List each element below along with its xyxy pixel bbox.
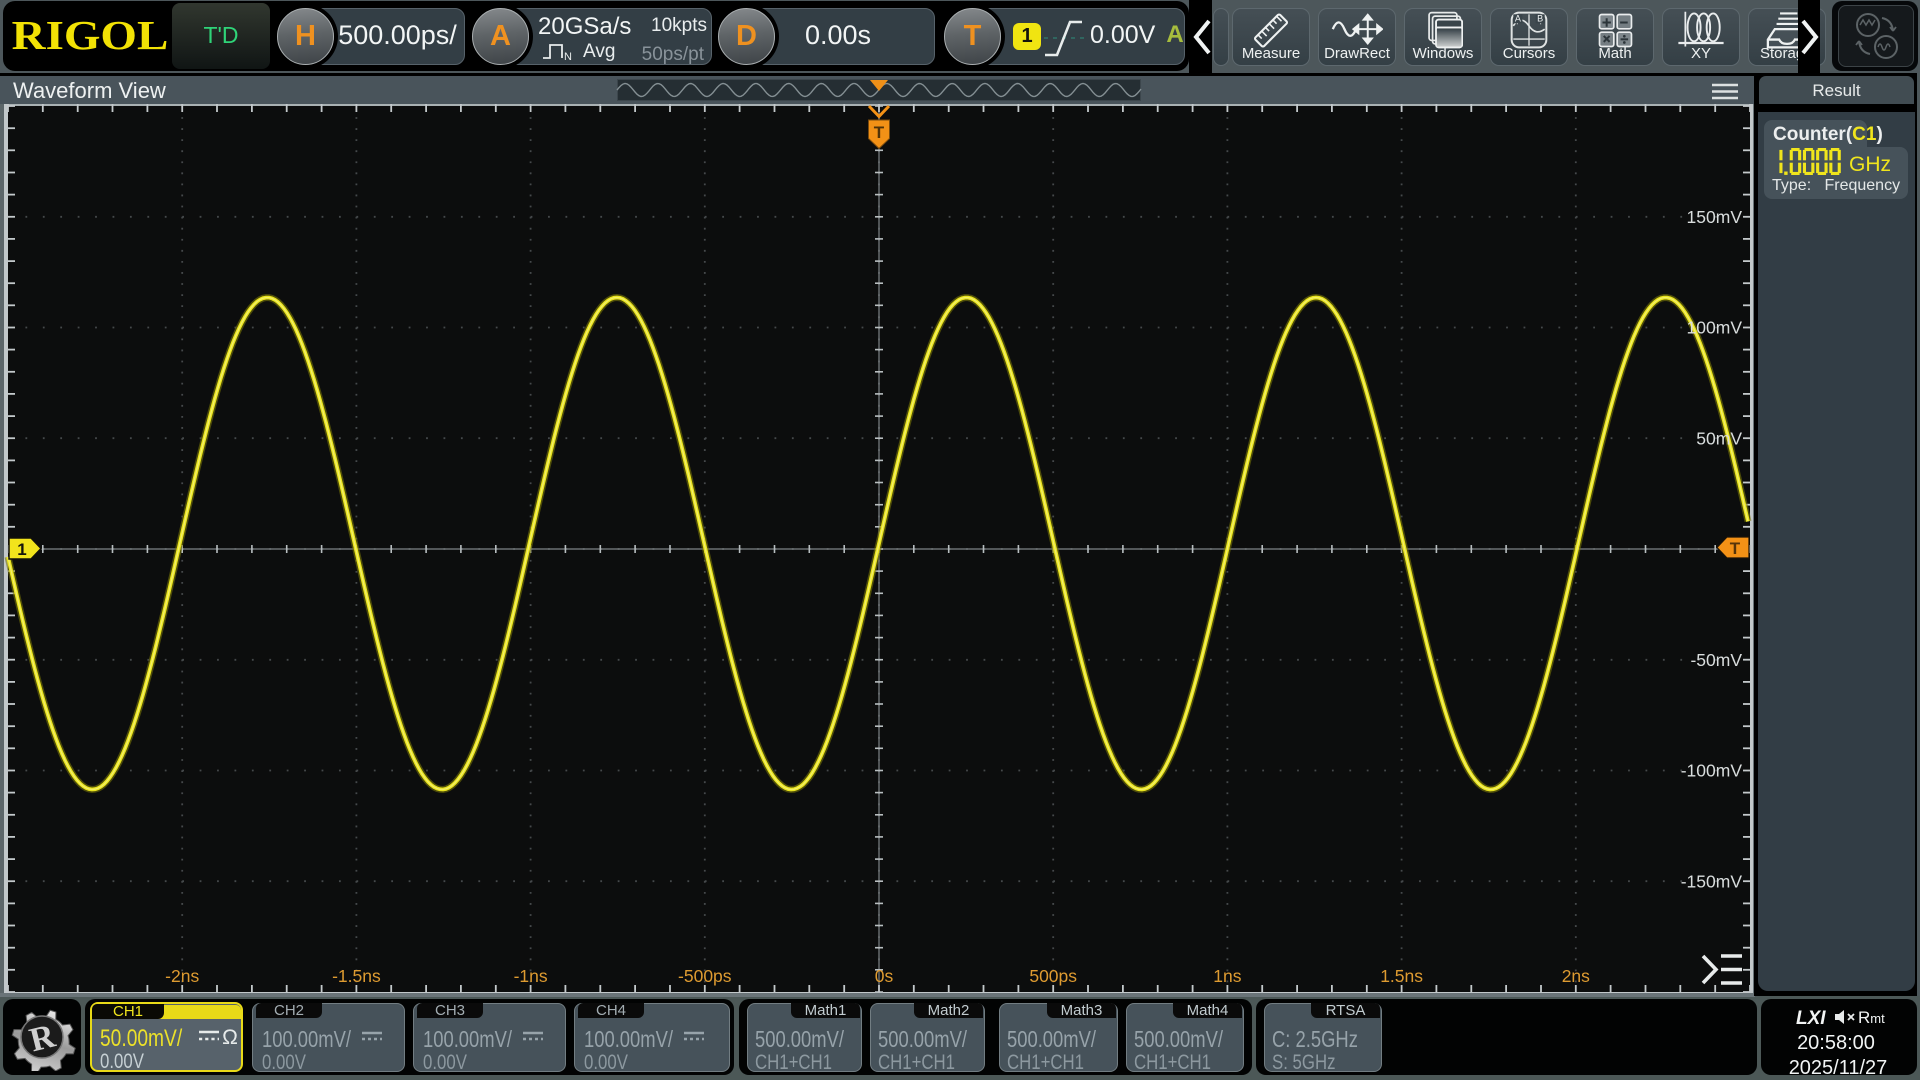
svg-text:-150mV: -150mV <box>1681 871 1743 891</box>
svg-text:150mV: 150mV <box>1687 207 1743 227</box>
svg-text:0s: 0s <box>875 966 894 986</box>
svg-text:-100mV: -100mV <box>1681 761 1743 781</box>
svg-text:GHz: GHz <box>1849 153 1891 176</box>
svg-text:T: T <box>1730 539 1741 558</box>
svg-text:-2ns: -2ns <box>165 966 199 986</box>
svg-text:-500ps: -500ps <box>678 966 732 986</box>
svg-text:100mV: 100mV <box>1687 318 1743 338</box>
svg-text:-50mV: -50mV <box>1690 650 1742 670</box>
svg-text:50mV: 50mV <box>1696 428 1742 448</box>
svg-text:2ns: 2ns <box>1562 966 1590 986</box>
svg-text:500ps: 500ps <box>1029 966 1077 986</box>
svg-text:1.5ns: 1.5ns <box>1380 966 1423 986</box>
svg-text:1ns: 1ns <box>1213 966 1241 986</box>
svg-text:-1.5ns: -1.5ns <box>332 966 381 986</box>
svg-text:-1ns: -1ns <box>514 966 548 986</box>
svg-text:1: 1 <box>17 540 26 559</box>
